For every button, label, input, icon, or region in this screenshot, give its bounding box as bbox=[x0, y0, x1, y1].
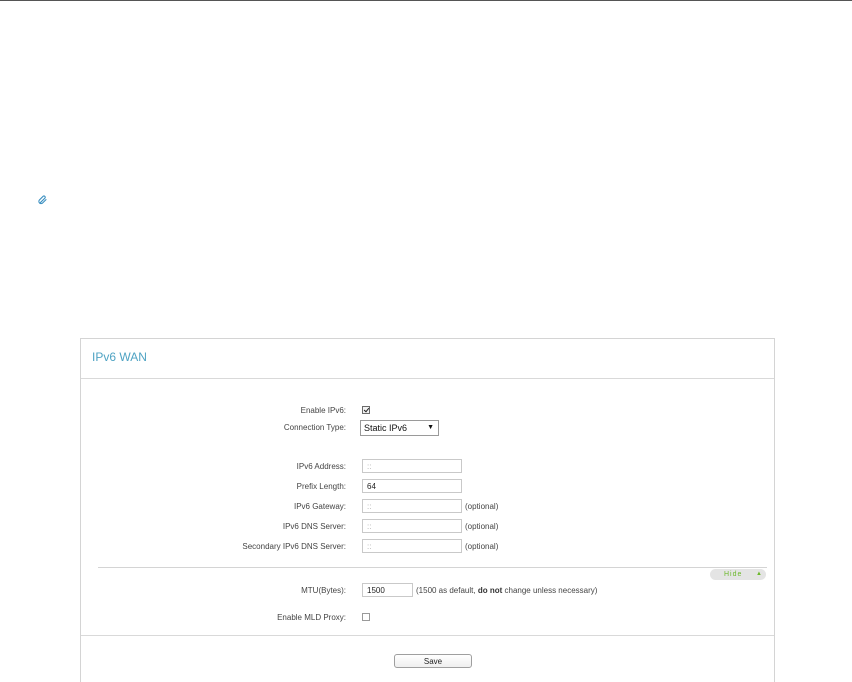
ipv6-wan-panel: IPv6 WAN Enable IPv6: Connection Type: S… bbox=[80, 338, 775, 682]
secondary-ipv6-dns-optional-hint: (optional) bbox=[465, 542, 499, 551]
prefix-length-label: Prefix Length: bbox=[296, 482, 346, 491]
advanced-divider bbox=[98, 567, 767, 568]
prefix-length-row: Prefix Length: bbox=[81, 479, 774, 495]
mtu-note-suffix: change unless necessary) bbox=[502, 586, 598, 595]
secondary-ipv6-dns-input[interactable] bbox=[362, 539, 462, 553]
paperclip-icon bbox=[38, 195, 47, 205]
enable-ipv6-checkbox[interactable] bbox=[362, 406, 370, 414]
enable-ipv6-label: Enable IPv6: bbox=[300, 406, 346, 415]
connection-type-select[interactable]: Static IPv6 ▼ bbox=[360, 420, 439, 436]
panel-title: IPv6 WAN bbox=[92, 350, 147, 364]
ipv6-gateway-row: IPv6 Gateway: (optional) bbox=[81, 499, 774, 515]
secondary-ipv6-dns-label: Secondary IPv6 DNS Server: bbox=[242, 542, 346, 551]
enable-ipv6-row: Enable IPv6: bbox=[81, 403, 774, 419]
panel-header-divider bbox=[81, 378, 774, 379]
chevron-up-icon: ▲ bbox=[756, 571, 762, 577]
ipv6-gateway-optional-hint: (optional) bbox=[465, 502, 499, 511]
hide-advanced-button[interactable]: Hide ▲ bbox=[710, 569, 766, 580]
ipv6-dns-label: IPv6 DNS Server: bbox=[282, 522, 346, 531]
ipv6-gateway-label: IPv6 Gateway: bbox=[293, 502, 346, 511]
ipv6-dns-optional-hint: (optional) bbox=[465, 522, 499, 531]
prefix-length-input[interactable] bbox=[362, 479, 462, 493]
connection-type-value: Static IPv6 bbox=[364, 423, 408, 433]
ipv6-address-input[interactable] bbox=[362, 459, 462, 473]
ipv6-address-label: IPv6 Address: bbox=[296, 462, 346, 471]
mtu-row: MTU(Bytes): (1500 as default, do not cha… bbox=[81, 583, 774, 599]
secondary-ipv6-dns-row: Secondary IPv6 DNS Server: (optional) bbox=[81, 539, 774, 555]
top-divider bbox=[0, 0, 852, 1]
footer-divider bbox=[81, 635, 774, 636]
mtu-label: MTU(Bytes): bbox=[301, 586, 346, 595]
mld-proxy-checkbox[interactable] bbox=[362, 613, 370, 621]
mtu-note-prefix: (1500 as default, bbox=[416, 586, 478, 595]
mtu-note-emphasis: do not bbox=[477, 586, 503, 595]
mtu-input[interactable] bbox=[362, 583, 413, 597]
connection-type-label: Connection Type: bbox=[283, 423, 346, 432]
hide-advanced-label: Hide bbox=[724, 571, 743, 578]
mld-proxy-row: Enable MLD Proxy: bbox=[81, 610, 774, 626]
chevron-down-icon: ▼ bbox=[427, 424, 434, 431]
connection-type-row: Connection Type: Static IPv6 ▼ bbox=[81, 420, 774, 436]
ipv6-dns-row: IPv6 DNS Server: (optional) bbox=[81, 519, 774, 535]
save-button[interactable]: Save bbox=[394, 654, 472, 668]
mld-proxy-label: Enable MLD Proxy: bbox=[277, 613, 346, 622]
ipv6-gateway-input[interactable] bbox=[362, 499, 462, 513]
ipv6-address-row: IPv6 Address: bbox=[81, 459, 774, 475]
ipv6-dns-input[interactable] bbox=[362, 519, 462, 533]
mtu-note: (1500 as default, do not change unless n… bbox=[416, 583, 597, 599]
